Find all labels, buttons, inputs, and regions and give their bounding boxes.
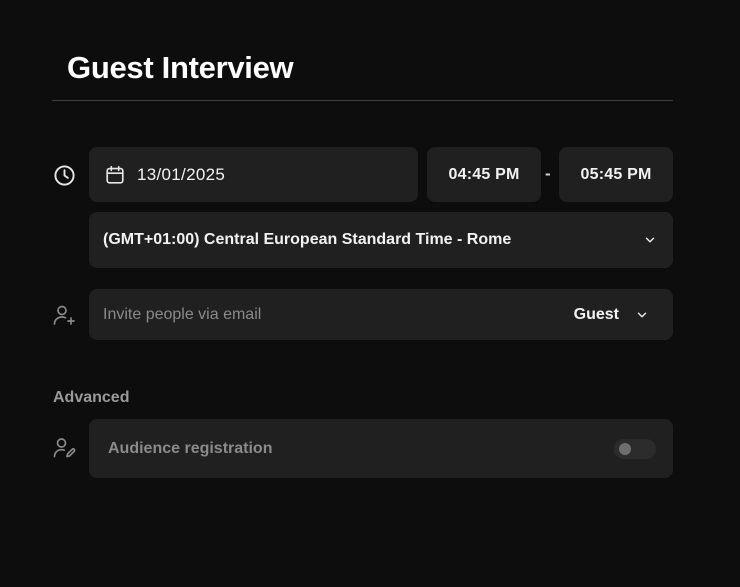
clock-icon (52, 163, 76, 187)
start-time-picker[interactable]: 04:45 PM (427, 147, 541, 202)
chevron-down-icon (643, 233, 657, 247)
role-select[interactable]: Guest (574, 306, 649, 324)
date-value: 13/01/2025 (137, 164, 226, 184)
date-picker[interactable]: 13/01/2025 (89, 147, 418, 202)
audience-registration-label: Audience registration (108, 439, 273, 457)
user-edit-icon (52, 436, 76, 460)
timezone-select[interactable]: (GMT+01:00) Central European Standard Ti… (89, 212, 673, 268)
audience-registration-toggle[interactable] (614, 438, 656, 459)
role-value: Guest (573, 305, 619, 323)
advanced-section-label: Advanced (53, 389, 130, 406)
user-plus-icon (52, 303, 76, 327)
toggle-knob (619, 442, 631, 455)
title-divider (52, 100, 673, 101)
time-separator: - (545, 164, 551, 183)
timezone-value: (GMT+01:00) Central European Standard Ti… (103, 231, 512, 248)
audience-registration-row: Audience registration (89, 419, 673, 478)
chevron-down-icon (635, 308, 649, 322)
page-title: Guest Interview (67, 50, 294, 85)
invite-email-input[interactable] (103, 305, 483, 324)
end-time-picker[interactable]: 05:45 PM (559, 147, 673, 202)
calendar-icon (104, 164, 126, 186)
invite-field: Guest (89, 289, 673, 340)
